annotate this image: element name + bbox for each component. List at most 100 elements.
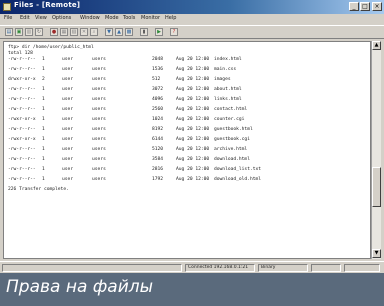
listing-cell-owner: user (62, 147, 74, 152)
menu-item-options[interactable]: Options (52, 15, 71, 21)
listing-cell-date: Aug 20 12:00 (176, 117, 210, 122)
status-pane-extra (311, 264, 341, 272)
listing-cell-date: Aug 20 12:00 (176, 147, 210, 152)
listing-cell-links: 1 (42, 87, 45, 92)
listing-cell-size: 8192 (152, 127, 164, 132)
scroll-thumb[interactable] (372, 167, 381, 207)
menu-item-mode[interactable]: Mode (105, 15, 119, 21)
listing-cell-perms: -rw-r--r-- (8, 107, 36, 112)
listing-cell-name[interactable]: contact.html (214, 107, 247, 112)
listing-cell-perms: -rw-r--r-- (8, 57, 36, 62)
menu-item-window[interactable]: Window (80, 15, 100, 21)
listing-cell-name[interactable]: links.html (214, 97, 242, 102)
scroll-up-icon[interactable]: ▲ (372, 41, 381, 50)
listing-cell-group: users (92, 57, 106, 62)
file-listing-pane[interactable]: ftp> dir /home/user/public_html total 12… (3, 41, 371, 259)
listing-cell-links: 1 (42, 137, 45, 142)
refresh-icon[interactable]: ↻ (35, 28, 43, 36)
maximize-button[interactable]: □ (360, 2, 370, 11)
listing-cell-size: 2560 (152, 107, 164, 112)
listing-cell-owner: user (62, 77, 74, 82)
delete-icon[interactable]: ✕ (80, 28, 88, 36)
listing-cell-name[interactable]: download_list.txt (214, 167, 261, 172)
listing-cell-group: users (92, 97, 106, 102)
listing-cell-group: users (92, 127, 106, 132)
listing-cell-group: users (92, 87, 106, 92)
open-icon[interactable]: ▤ (5, 28, 13, 36)
listing-cell-date: Aug 20 12:00 (176, 167, 210, 172)
listing-cell-links: 1 (42, 107, 45, 112)
application-window: Files - [Remote] _ □ × File Edit View Op… (0, 0, 384, 273)
title-bar[interactable]: Files - [Remote] _ □ × (0, 0, 384, 14)
menu-item-edit[interactable]: Edit (20, 15, 30, 21)
listing-cell-name[interactable]: main.css (214, 67, 236, 72)
listing-cell-name[interactable]: guestbook.html (214, 127, 253, 132)
help-icon[interactable]: ? (170, 28, 178, 36)
listing-cell-name[interactable]: about.html (214, 87, 242, 92)
disconnect-icon[interactable]: ▥ (25, 28, 33, 36)
listing-cell-owner: user (62, 87, 74, 92)
listing-cell-date: Aug 20 12:00 (176, 127, 210, 132)
listing-cell-name[interactable]: images (214, 77, 231, 82)
paste-icon[interactable]: ▧ (70, 28, 78, 36)
listing-cell-date: Aug 20 12:00 (176, 57, 210, 62)
listing-cell-name[interactable]: archive.html (214, 147, 247, 152)
listing-cell-size: 3072 (152, 87, 164, 92)
listing-cell-links: 2 (42, 77, 45, 82)
properties-icon[interactable]: ▩ (125, 28, 133, 36)
listing-cell-owner: user (62, 157, 74, 162)
connect-icon[interactable]: ▣ (15, 28, 23, 36)
listing-footer: 226 Transfer complete. (8, 187, 69, 192)
listing-header: ftp> dir /home/user/public_html (8, 45, 94, 50)
listing-cell-date: Aug 20 12:00 (176, 87, 210, 92)
listing-cell-name[interactable]: download.html (214, 157, 250, 162)
listing-cell-size: 6144 (152, 137, 164, 142)
download-icon[interactable]: ▼ (105, 28, 113, 36)
listing-cell-date: Aug 20 12:00 (176, 97, 210, 102)
listing-cell-size: 1024 (152, 117, 164, 122)
listing-cell-perms: -rwxr-xr-x (8, 137, 36, 142)
menu-item-help[interactable]: Help (165, 15, 176, 21)
listing-cell-size: 2816 (152, 167, 164, 172)
listing-cell-group: users (92, 167, 106, 172)
listing-cell-name[interactable]: download_old.html (214, 177, 261, 182)
toolbar: ▤ ▣ ▥ ↻ ● ▦ ▧ ✕ ⌕ ▼ ▲ ▩ ▮ ▶ ? (0, 25, 384, 39)
listing-cell-group: users (92, 147, 106, 152)
app-icon (3, 3, 11, 11)
listing-cell-size: 3584 (152, 157, 164, 162)
listing-cell-group: users (92, 157, 106, 162)
listing-cell-links: 1 (42, 117, 45, 122)
menu-item-monitor[interactable]: Monitor (141, 15, 160, 21)
upload-icon[interactable]: ▲ (115, 28, 123, 36)
listing-cell-links: 1 (42, 167, 45, 172)
vertical-scrollbar[interactable]: ▲ ▼ (371, 41, 381, 259)
status-connection: Connected 192.168.0.1:21 (185, 264, 255, 272)
listing-cell-size: 4096 (152, 97, 164, 102)
listing-cell-owner: user (62, 107, 74, 112)
menu-item-tools[interactable]: Tools (123, 15, 135, 21)
listing-cell-group: users (92, 177, 106, 182)
listing-cell-owner: user (62, 167, 74, 172)
close-button[interactable]: × (372, 2, 382, 11)
minimize-button[interactable]: _ (349, 2, 359, 11)
find-icon[interactable]: ⌕ (90, 28, 98, 36)
scroll-down-icon[interactable]: ▼ (372, 249, 381, 258)
go-icon[interactable]: ▶ (155, 28, 163, 36)
listing-cell-links: 1 (42, 57, 45, 62)
status-mode: Binary (258, 264, 308, 272)
listing-cell-owner: user (62, 117, 74, 122)
listing-cell-group: users (92, 117, 106, 122)
listing-cell-group: users (92, 107, 106, 112)
listing-cell-name[interactable]: index.html (214, 57, 242, 62)
status-bar: Connected 192.168.0.1:21 Binary (0, 261, 384, 273)
flag-icon[interactable]: ▮ (140, 28, 148, 36)
listing-cell-owner: user (62, 127, 74, 132)
listing-cell-links: 1 (42, 67, 45, 72)
listing-cell-date: Aug 20 12:00 (176, 157, 210, 162)
listing-cell-name[interactable]: counter.cgi (214, 117, 244, 122)
copy-icon[interactable]: ▦ (60, 28, 68, 36)
stop-icon[interactable]: ● (50, 28, 58, 36)
menu-item-file[interactable]: File (4, 15, 12, 21)
listing-cell-name[interactable]: guestbook.cgi (214, 137, 250, 142)
menu-item-view[interactable]: View (35, 15, 47, 21)
